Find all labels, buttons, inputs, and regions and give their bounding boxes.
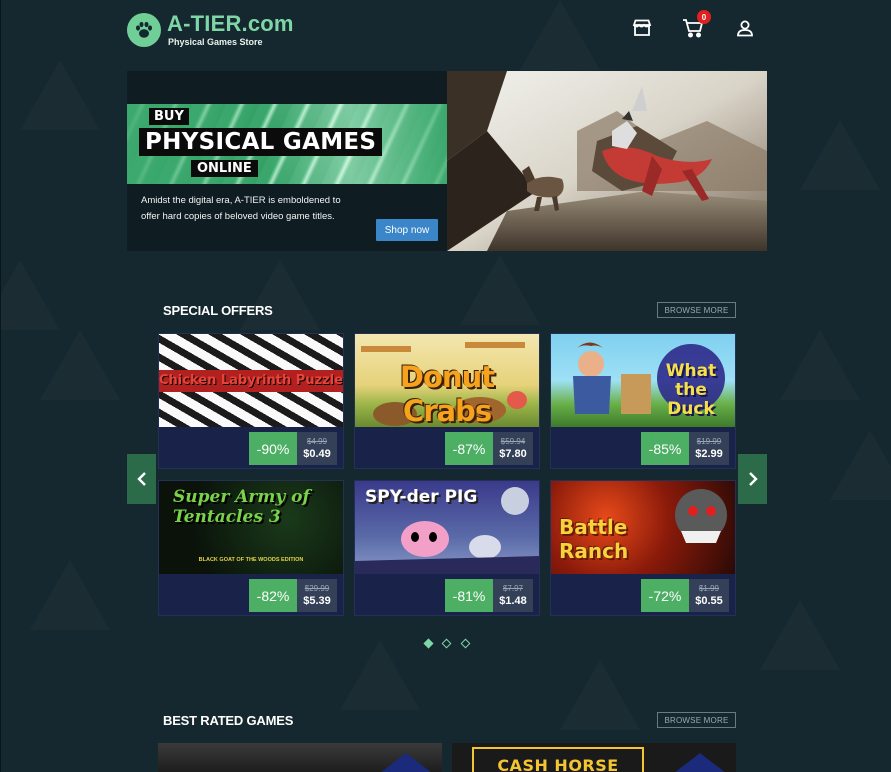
final-price: $1.48 bbox=[499, 595, 527, 607]
game-cover-title: Battle Ranch bbox=[559, 515, 629, 563]
rating-badge bbox=[674, 753, 726, 772]
hero-description: Amidst the digital era, A-TIER is embold… bbox=[141, 195, 341, 222]
game-cover-image: Donut Crabs bbox=[355, 334, 539, 427]
price-stack: $19.99 $2.99 bbox=[689, 432, 729, 465]
paw-icon[interactable] bbox=[127, 13, 161, 47]
game-cover-title: Donut Crabs bbox=[399, 360, 495, 427]
final-price: $0.49 bbox=[303, 448, 331, 460]
offer-card[interactable]: What the Duck -85% $19.99 $2.99 bbox=[550, 333, 736, 469]
game-cover-frame: CASH HORSE bbox=[472, 747, 644, 772]
carousel-prev-button[interactable] bbox=[127, 454, 156, 504]
store-icon[interactable] bbox=[630, 16, 654, 40]
price-stack: $29.99 $5.39 bbox=[297, 579, 337, 612]
special-offers-title: SPECIAL OFFERS bbox=[163, 303, 273, 318]
original-price: $29.99 bbox=[304, 584, 330, 593]
game-cover-title: What the Duck bbox=[665, 361, 717, 419]
price-box: -72% $1.99 $0.55 bbox=[641, 579, 729, 612]
final-price: $2.99 bbox=[695, 448, 723, 460]
site-header: A-TIER.com Physical Games Store 0 bbox=[127, 10, 767, 50]
price-box: -85% $19.99 $2.99 bbox=[641, 432, 729, 465]
price-stack: $1.99 $0.55 bbox=[689, 579, 729, 612]
shop-now-button[interactable]: Shop now bbox=[376, 219, 438, 241]
game-cover-title: SPY-der PIG bbox=[365, 487, 478, 507]
offer-card[interactable]: Donut Crabs -87% $59.94 $7.80 bbox=[354, 333, 540, 469]
user-icon[interactable] bbox=[733, 16, 757, 40]
price-box: -81% $7.97 $1.48 bbox=[445, 579, 533, 612]
chevron-left-icon bbox=[136, 472, 146, 486]
brand-title[interactable]: A-TIER.com bbox=[167, 11, 294, 37]
offer-card[interactable]: Chicken Labyrinth Puzzles -90% $4.99 $0.… bbox=[158, 333, 344, 469]
original-price: $7.97 bbox=[502, 584, 524, 593]
original-price: $4.99 bbox=[306, 437, 328, 446]
price-box: -82% $29.99 $5.39 bbox=[249, 579, 337, 612]
game-cover-image: Chicken Labyrinth Puzzles bbox=[159, 334, 343, 427]
hero-banner-line1: BUY bbox=[149, 108, 189, 125]
hero-banner-line3: ONLINE bbox=[191, 160, 258, 177]
discount-badge: -90% bbox=[249, 432, 297, 465]
hero-image bbox=[447, 71, 767, 251]
discount-badge: -82% bbox=[249, 579, 297, 612]
offer-card[interactable]: Super Army of Tentacles 3 BLACK GOAT OF … bbox=[158, 480, 344, 616]
game-cover-title: CASH HORSE bbox=[497, 756, 619, 772]
final-price: $0.55 bbox=[695, 595, 723, 607]
final-price: $7.80 bbox=[499, 448, 527, 460]
game-cover-image: SPY-der PIG bbox=[355, 481, 539, 574]
original-price: $1.99 bbox=[698, 584, 720, 593]
hero-promo: BUY PHYSICAL GAMES ONLINE Amidst the dig… bbox=[127, 71, 447, 251]
game-cover-image: Battle Ranch bbox=[551, 481, 735, 574]
price-stack: $4.99 $0.49 bbox=[297, 432, 337, 465]
best-rated-card[interactable] bbox=[158, 743, 442, 772]
hero-banner-line2: PHYSICAL GAMES bbox=[139, 128, 383, 156]
price-stack: $7.97 $1.48 bbox=[493, 579, 533, 612]
discount-badge: -81% bbox=[445, 579, 493, 612]
best-rated-title: BEST RATED GAMES bbox=[163, 713, 294, 728]
special-offers-browse-more-button[interactable]: BROWSE MORE bbox=[657, 302, 736, 318]
discount-badge: -85% bbox=[641, 432, 689, 465]
original-price: $59.94 bbox=[500, 437, 526, 446]
brand-subtitle: Physical Games Store bbox=[168, 37, 263, 47]
hero-banner: BUY PHYSICAL GAMES ONLINE Amidst the dig… bbox=[127, 71, 767, 251]
game-cover-title: Chicken Labyrinth Puzzles bbox=[159, 370, 343, 392]
chevron-right-icon bbox=[748, 472, 758, 486]
price-box: -90% $4.99 $0.49 bbox=[249, 432, 337, 465]
game-cover-subtitle: BLACK GOAT OF THE WOODS EDITION bbox=[198, 557, 304, 563]
discount-badge: -87% bbox=[445, 432, 493, 465]
best-rated-browse-more-button[interactable]: BROWSE MORE bbox=[657, 712, 736, 728]
discount-badge: -72% bbox=[641, 579, 689, 612]
price-box: -87% $59.94 $7.80 bbox=[445, 432, 533, 465]
offer-card[interactable]: SPY-der PIG -81% $7.97 $1.48 bbox=[354, 480, 540, 616]
carousel-next-button[interactable] bbox=[738, 454, 767, 504]
best-rated-card[interactable]: CASH HORSE bbox=[452, 743, 736, 772]
game-cover-image: What the Duck bbox=[551, 334, 735, 427]
cart-count-badge: 0 bbox=[697, 10, 711, 24]
game-cover-title: Super Army of Tentacles 3 bbox=[173, 487, 310, 527]
hero-promo-graphic: BUY PHYSICAL GAMES ONLINE bbox=[127, 104, 447, 184]
price-stack: $59.94 $7.80 bbox=[493, 432, 533, 465]
rating-badge bbox=[380, 753, 432, 772]
original-price: $19.99 bbox=[696, 437, 722, 446]
final-price: $5.39 bbox=[303, 595, 331, 607]
game-cover-image: Super Army of Tentacles 3 BLACK GOAT OF … bbox=[159, 481, 343, 574]
offer-card[interactable]: Battle Ranch -72% $1.99 $0.55 bbox=[550, 480, 736, 616]
